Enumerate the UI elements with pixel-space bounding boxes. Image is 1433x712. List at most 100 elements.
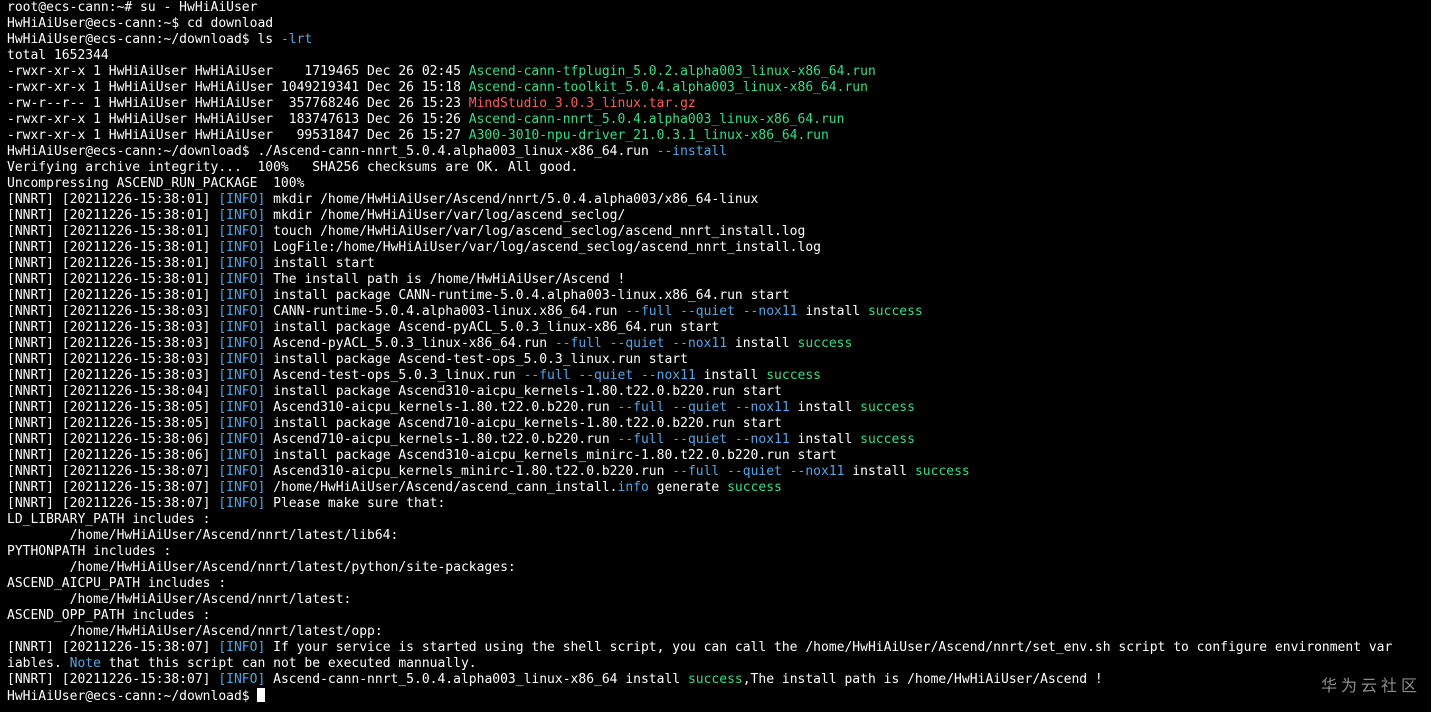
terminal-text-segment: [NNRT] [20211226-15:38:05] <box>7 400 219 415</box>
terminal-text-segment: HwHiAiUser@ecs-cann:~/download$ ls <box>7 32 281 47</box>
terminal-text-segment: success <box>766 368 822 383</box>
terminal-line: ASCEND_OPP_PATH includes : <box>7 608 1425 624</box>
terminal-text-segment: [NNRT] [20211226-15:38:07] <box>7 672 219 687</box>
terminal-output[interactable]: root@ecs-cann:~# su - HwHiAiUser HwHiAiUs… <box>7 0 1425 706</box>
terminal-text-segment: --full --quiet --nox11 <box>672 464 845 479</box>
terminal-text-segment: [NNRT] [20211226-15:38:01] <box>7 192 219 207</box>
terminal-text-segment: CANN-runtime-5.0.4.alpha003-linux.x86_64… <box>265 304 626 319</box>
terminal-line: -rw-r--r-- 1 HwHiAiUser HwHiAiUser 35776… <box>7 96 1425 112</box>
terminal-line: [NNRT] [20211226-15:38:07] [INFO] If you… <box>7 640 1425 656</box>
terminal-text-segment: [INFO] <box>218 416 266 431</box>
terminal-text-segment: [NNRT] [20211226-15:38:01] <box>7 240 219 255</box>
terminal-text-segment: install <box>789 432 861 447</box>
terminal-text-segment: [INFO] <box>218 352 266 367</box>
terminal-line: [NNRT] [20211226-15:38:03] [INFO] Ascend… <box>7 368 1425 384</box>
terminal-text-segment: HwHiAiUser@ecs-cann:~/download$ ./Ascend… <box>7 144 657 159</box>
terminal-text-segment: [INFO] <box>218 400 266 415</box>
terminal-line: [NNRT] [20211226-15:38:06] [INFO] instal… <box>7 448 1425 464</box>
terminal-text-segment: --full --quiet --nox11 <box>617 400 790 415</box>
terminal-text-segment: total 1652344 <box>7 48 109 63</box>
terminal-line: -rwxr-xr-x 1 HwHiAiUser HwHiAiUser 99531… <box>7 128 1425 144</box>
terminal-text-segment: that this script can not be executed man… <box>100 656 477 671</box>
terminal-text-segment: install <box>797 304 868 319</box>
terminal-line: [NNRT] [20211226-15:38:07] [INFO] Ascend… <box>7 672 1425 688</box>
terminal-line: LD_LIBRARY_PATH includes : <box>7 512 1425 528</box>
terminal-text-segment: install package CANN-runtime-5.0.4.alpha… <box>265 288 790 303</box>
terminal-text-segment: [INFO] <box>218 272 266 287</box>
terminal-line: [NNRT] [20211226-15:38:03] [INFO] instal… <box>7 320 1425 336</box>
terminal-text-segment: Ascend-cann-tfplugin_5.0.2.alpha003_linu… <box>468 64 876 79</box>
terminal-text-segment: HwHiAiUser@ecs-cann:~$ cd download <box>7 16 274 31</box>
terminal-line: HwHiAiUser@ecs-cann:~$ cd download <box>7 16 1425 32</box>
terminal-text-segment: success <box>687 672 743 687</box>
terminal-text-segment: Ascend-test-ops_5.0.3_linux.run <box>265 368 524 383</box>
terminal-text-segment: [INFO] <box>218 672 266 687</box>
terminal-text-segment: success <box>797 336 853 351</box>
terminal-text-segment: success <box>914 464 970 479</box>
terminal-line: iables. Note that this script can not be… <box>7 656 1425 672</box>
terminal-text-segment: [INFO] <box>218 480 266 495</box>
terminal-text-segment: [NNRT] [20211226-15:38:06] <box>7 448 219 463</box>
terminal-text-segment: If your service is started using the she… <box>265 640 1393 655</box>
terminal-line: [NNRT] [20211226-15:38:07] [INFO] Ascend… <box>7 464 1425 480</box>
terminal-text-segment: -rwxr-xr-x 1 HwHiAiUser HwHiAiUser 18374… <box>7 112 469 127</box>
terminal-text-segment: generate <box>648 480 728 495</box>
terminal-text-segment: mkdir /home/HwHiAiUser/var/log/ascend_se… <box>265 208 626 223</box>
terminal-text-segment: /home/HwHiAiUser/Ascend/nnrt/latest: <box>7 592 352 607</box>
terminal-line: [NNRT] [20211226-15:38:01] [INFO] LogFil… <box>7 240 1425 256</box>
cursor-block <box>257 688 266 702</box>
terminal-text-segment: Ascend710-aicpu_kernels-1.80.t22.0.b220.… <box>265 432 618 447</box>
terminal-text-segment: Please make sure that: <box>265 496 446 511</box>
terminal-text-segment: success <box>860 400 915 415</box>
terminal-text-segment: [NNRT] [20211226-15:38:01] <box>7 272 219 287</box>
terminal-text-segment: [INFO] <box>218 304 266 319</box>
terminal-text-segment: Ascend-cann-nnrt_5.0.4.alpha003_linux-x8… <box>265 672 688 687</box>
terminal-text-segment: success <box>867 304 923 319</box>
terminal-line: /home/HwHiAiUser/Ascend/nnrt/latest/pyth… <box>7 560 1425 576</box>
terminal-line: -rwxr-xr-x 1 HwHiAiUser HwHiAiUser 10492… <box>7 80 1425 96</box>
terminal-text-segment: [NNRT] [20211226-15:38:07] <box>7 640 219 655</box>
terminal-text-segment: [NNRT] [20211226-15:38:03] <box>7 336 219 351</box>
terminal-text-segment: Note <box>69 656 101 671</box>
terminal-text-segment: ASCEND_AICPU_PATH includes : <box>7 576 227 591</box>
terminal-line: Uncompressing ASCEND_RUN_PACKAGE 100% <box>7 176 1425 192</box>
terminal-text-segment: Verifying archive integrity... 100% SHA2… <box>7 160 579 175</box>
terminal-text-segment: install <box>695 368 767 383</box>
terminal-line: HwHiAiUser@ecs-cann:~/download$ ./Ascend… <box>7 144 1425 160</box>
terminal-text-segment: [NNRT] [20211226-15:38:03] <box>7 304 219 319</box>
terminal-text-segment: install package Ascend310-aicpu_kernels_… <box>265 448 837 463</box>
terminal-line: -rwxr-xr-x 1 HwHiAiUser HwHiAiUser 17194… <box>7 64 1425 80</box>
terminal-text-segment: [INFO] <box>218 448 266 463</box>
terminal-text-segment: --full --quiet --nox11 <box>617 432 790 447</box>
terminal-text-segment: [NNRT] [20211226-15:38:01] <box>7 208 219 223</box>
terminal-text-segment: [NNRT] [20211226-15:38:07] <box>7 480 219 495</box>
terminal-text-segment: PYTHONPATH includes : <box>7 544 172 559</box>
terminal-window[interactable]: root@ecs-cann:~# su - HwHiAiUser HwHiAiUs… <box>0 0 1433 712</box>
terminal-text-segment: install <box>844 464 915 479</box>
terminal-text-segment: [NNRT] [20211226-15:38:04] <box>7 384 219 399</box>
terminal-text-segment: [NNRT] [20211226-15:38:01] <box>7 288 219 303</box>
terminal-text-segment: install package Ascend310-aicpu_kernels-… <box>265 384 782 399</box>
terminal-text-segment: Ascend310-aicpu_kernels_minirc-1.80.t22.… <box>265 464 673 479</box>
terminal-text-segment: Ascend-pyACL_5.0.3_linux-x86_64.run <box>265 336 555 351</box>
terminal-text-segment: -rw-r--r-- 1 HwHiAiUser HwHiAiUser 35776… <box>7 96 469 111</box>
terminal-text-segment: A300-3010-npu-driver_21.0.3.1_linux-x86_… <box>468 128 829 143</box>
terminal-text-segment: --install <box>656 144 728 159</box>
terminal-text-segment: [NNRT] [20211226-15:38:07] <box>7 496 219 511</box>
terminal-line: total 1652344 <box>7 48 1425 64</box>
terminal-text-segment: [INFO] <box>218 224 266 239</box>
terminal-line: [NNRT] [20211226-15:38:01] [INFO] instal… <box>7 256 1425 272</box>
terminal-line: -rwxr-xr-x 1 HwHiAiUser HwHiAiUser 18374… <box>7 112 1425 128</box>
terminal-line: root@ecs-cann:~# su - HwHiAiUser <box>7 0 1425 16</box>
terminal-text-segment: -lrt <box>280 32 313 47</box>
terminal-line: [NNRT] [20211226-15:38:07] [INFO] Please… <box>7 496 1425 512</box>
terminal-line: [NNRT] [20211226-15:38:01] [INFO] touch … <box>7 224 1425 240</box>
terminal-text-segment: /home/HwHiAiUser/Ascend/nnrt/latest/pyth… <box>7 560 516 575</box>
terminal-line: /home/HwHiAiUser/Ascend/nnrt/latest/opp: <box>7 624 1425 640</box>
terminal-text-segment: success <box>860 432 915 447</box>
terminal-text-segment: Ascend-cann-nnrt_5.0.4.alpha003_linux-x8… <box>468 112 845 127</box>
terminal-text-segment: [NNRT] [20211226-15:38:01] <box>7 224 219 239</box>
terminal-line: HwHiAiUser@ecs-cann:~/download$ ls -lrt <box>7 32 1425 48</box>
terminal-line: [NNRT] [20211226-15:38:03] [INFO] instal… <box>7 352 1425 368</box>
terminal-text-segment: [NNRT] [20211226-15:38:03] <box>7 368 219 383</box>
